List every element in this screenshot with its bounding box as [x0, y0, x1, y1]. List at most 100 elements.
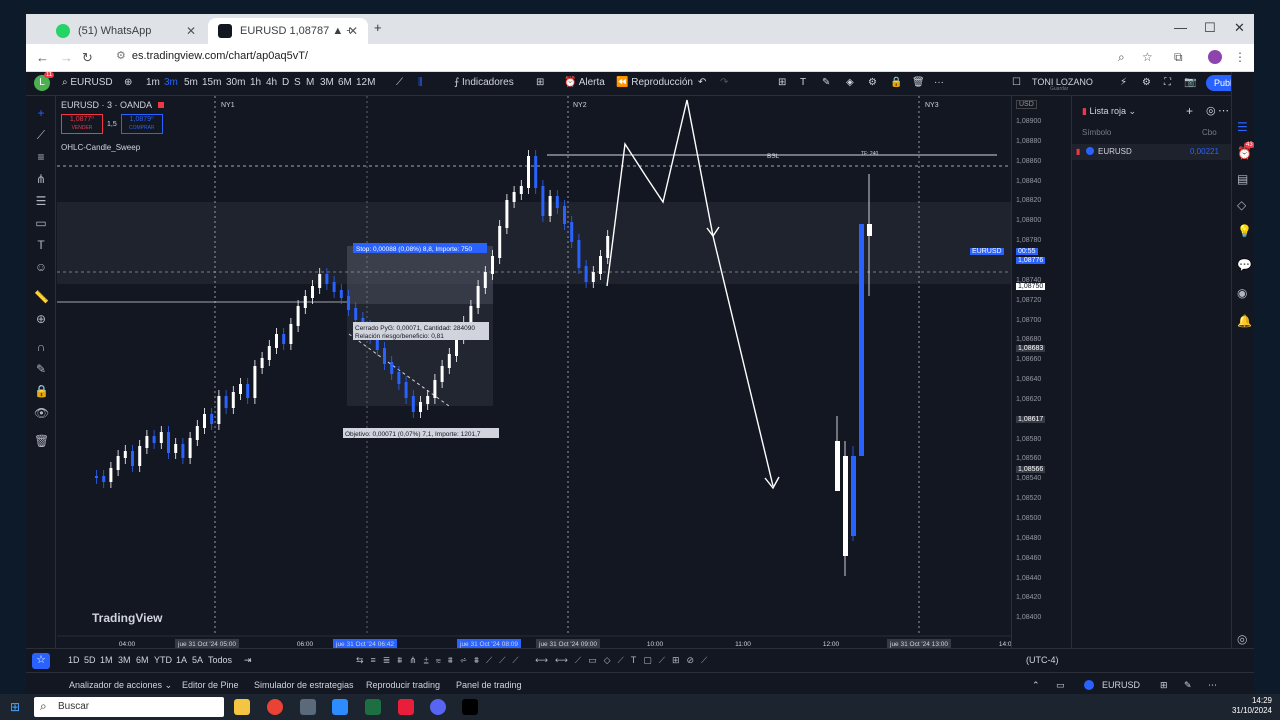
close-icon[interactable]: ✕ [348, 24, 358, 38]
close-icon[interactable]: ✕ [186, 24, 196, 38]
app-icon[interactable] [398, 699, 414, 715]
taskbar-clock[interactable]: 14:29 31/10/2024 [1232, 696, 1272, 716]
templates-icon[interactable]: ⊞ [536, 77, 544, 88]
horizontal-lines-icon[interactable]: ≡ [34, 150, 48, 164]
time-axis[interactable]: 04:00 jue 31 Oct '24 05:00 06:00 jue 31 Oct… [119, 639, 1016, 648]
interval-15m[interactable]: 15m [202, 77, 221, 88]
settings-icon[interactable]: ⚙ [868, 77, 877, 88]
new-tab-icon[interactable]: + [374, 20, 382, 35]
buy-button[interactable]: 1,0879⁰ COMPRAR [120, 114, 163, 134]
interval-4h[interactable]: 4h [266, 77, 277, 88]
ruler-icon[interactable]: 📏 [34, 290, 49, 304]
profile-icon[interactable] [1208, 50, 1222, 64]
crosshair-icon[interactable]: + [34, 106, 48, 120]
range-5d[interactable]: 5D [84, 655, 96, 665]
discord-icon[interactable] [430, 699, 446, 715]
maximize-icon[interactable]: ☐ [1204, 20, 1216, 36]
save-label[interactable]: Guardar [1050, 86, 1068, 92]
line-chart-icon[interactable]: ⟋ [396, 77, 403, 88]
layout-icon[interactable]: ◎ [1206, 104, 1216, 117]
interval-1h[interactable]: 1h [250, 77, 261, 88]
trash-icon[interactable]: 🗑 [912, 77, 925, 88]
tiktok-icon[interactable] [462, 699, 478, 715]
lock-icon[interactable]: 🔒 [890, 77, 902, 88]
ideas-icon[interactable]: 💡 [1237, 224, 1252, 238]
range-5a[interactable]: 5A [192, 655, 203, 665]
calculator-icon[interactable] [300, 699, 316, 715]
alarm-icon[interactable]: ⏰ [1237, 146, 1252, 160]
range-6m[interactable]: 6M [136, 655, 149, 665]
lightning-icon[interactable]: ⚡ [1120, 77, 1127, 88]
layers-icon[interactable]: ◇ [1237, 198, 1246, 212]
interval-m[interactable]: M [306, 77, 314, 88]
collapse-icon[interactable]: ⌃ [1032, 680, 1040, 691]
pitchfork-icon[interactable]: ⋔ [34, 172, 48, 186]
currency-selector[interactable]: USD [1016, 100, 1037, 109]
text-tool-icon[interactable]: T [800, 77, 806, 88]
tab-tradingview[interactable]: EURUSD 1,08787 ▲ +0.2% TON ✕ [208, 18, 368, 44]
eye-icon[interactable]: 👁 [34, 406, 49, 420]
forward-icon[interactable]: → [60, 50, 73, 65]
interval-3m-month[interactable]: 3M [320, 77, 334, 88]
chart-title[interactable]: EURUSD · 3 · OANDA [61, 100, 152, 110]
site-info-icon[interactable]: ⚙ [116, 49, 126, 62]
replay-button[interactable]: ⏪ Reproducción [616, 77, 693, 88]
brush-icon[interactable]: ✎ [822, 77, 830, 88]
target-icon[interactable]: ◎ [1237, 632, 1247, 646]
window-layout-icon[interactable]: ☐ [1012, 77, 1021, 88]
timezone[interactable]: (UTC-4) [1026, 655, 1059, 665]
more-icon[interactable]: ··· [934, 77, 944, 88]
data-window-icon[interactable]: ▤ [1237, 172, 1248, 186]
file-explorer-icon[interactable] [234, 699, 250, 715]
chat-icon[interactable]: 💬 [1237, 258, 1252, 272]
gear-icon[interactable]: ⚙ [1142, 77, 1151, 88]
panel-stock-screener[interactable]: Analizador de acciones ⌄ [69, 680, 172, 691]
interval-3m[interactable]: 3m [164, 77, 178, 88]
maximize-panel-icon[interactable]: ▭ [1056, 680, 1065, 691]
range-todos[interactable]: Todos [208, 655, 232, 665]
signal-icon[interactable]: ◉ [1237, 286, 1247, 300]
watchlist-row[interactable]: ▮ EURUSD 0,00221 [1072, 144, 1232, 160]
layout-icon[interactable]: ⊞ [778, 77, 786, 88]
zoom-icon[interactable]: ⌕ [1118, 50, 1125, 65]
taskbar-search[interactable]: ⌕ Buscar [34, 697, 224, 717]
indicators-button[interactable]: ⨍ Indicadores [454, 77, 514, 88]
trendline-icon[interactable]: ⟋ [34, 128, 48, 142]
tab-whatsapp[interactable]: (51) WhatsApp ✕ [46, 18, 206, 44]
minimize-icon[interactable]: — [1174, 20, 1187, 35]
panel-strategy-tester[interactable]: Simulador de estrategias [254, 680, 354, 690]
stop-tag[interactable]: Stop: 0,00088 (0,08%) 8,8, Importe: 750 [353, 243, 487, 253]
panel-pine-editor[interactable]: Editor de Pine [182, 680, 239, 690]
range-3m[interactable]: 3M [118, 655, 131, 665]
chart-area[interactable]: Stop: 0,00088 (0,08%) 8,8, Importe: 750 … [57, 96, 1057, 648]
interval-d[interactable]: D [282, 77, 289, 88]
windows-start-icon[interactable]: ⊞ [10, 700, 20, 714]
watchlist-header[interactable]: ▮ Lista roja ⌄ [1082, 106, 1136, 117]
panel-trading[interactable]: Panel de trading [456, 680, 522, 690]
interval-12m[interactable]: 12M [356, 77, 375, 88]
candles-icon[interactable]: ⫼ [418, 77, 423, 88]
interval-1m[interactable]: 1m [146, 77, 160, 88]
emoji-icon[interactable]: ☺ [34, 260, 48, 274]
bell-icon[interactable]: 🔔 [1237, 314, 1252, 328]
range-ytd[interactable]: YTD [154, 655, 172, 665]
fullscreen-icon[interactable]: ⛶ [1164, 77, 1171, 88]
camera-icon[interactable]: 📷 [1184, 77, 1196, 88]
range-1d[interactable]: 1D [68, 655, 80, 665]
url-field[interactable]: ⚙ es.tradingview.com/chart/ap0aq5vT/ [116, 49, 308, 63]
panel-symbol[interactable]: EURUSD [1102, 680, 1140, 690]
interval-6m[interactable]: 6M [338, 77, 352, 88]
rectangle-icon[interactable]: ▭ [34, 216, 48, 230]
closed-tag[interactable]: Cerrado PyG: 0,00071, Cantidad: 284090 R… [353, 322, 489, 340]
menu-icon[interactable]: ⋮ [1234, 50, 1246, 64]
pencil-lock-icon[interactable]: ✎ [34, 362, 48, 376]
sell-button[interactable]: 1,0877⁰ VENDER [61, 114, 103, 134]
price-chart[interactable]: Stop: 0,00088 (0,08%) 8,8, Importe: 750 … [57, 96, 1057, 648]
undo-icon[interactable]: ↶ [698, 77, 706, 88]
grid-icon[interactable]: ⊞ [1160, 680, 1168, 691]
edit-icon[interactable]: ✎ [1184, 680, 1192, 691]
range-1a[interactable]: 1A [176, 655, 187, 665]
more-icon[interactable]: ⋯ [1208, 680, 1217, 691]
favorites-star-icon[interactable]: ☆ [32, 653, 50, 669]
alert-button[interactable]: ⏰ Alerta [564, 77, 605, 88]
